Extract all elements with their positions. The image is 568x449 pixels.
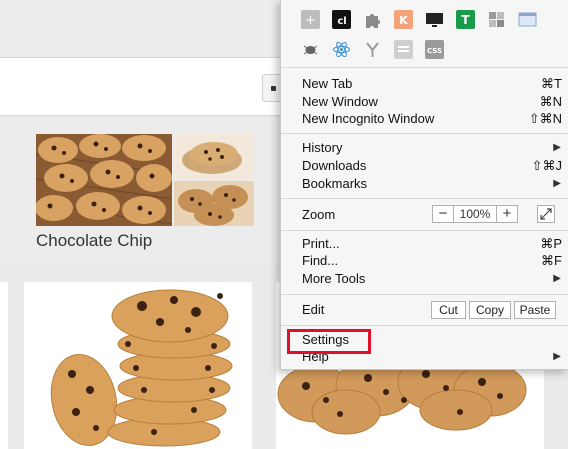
left-card-edge — [0, 282, 8, 449]
menu-item-downloads[interactable]: Downloads ⇧⌘J — [302, 157, 562, 175]
svg-text:CSS: CSS — [427, 47, 442, 55]
menu-item-edit: Edit — [302, 301, 422, 319]
fullscreen-icon — [540, 208, 552, 220]
extensions-row-2: CSS — [301, 40, 444, 66]
fullscreen-button[interactable] — [537, 205, 555, 223]
menu-item-shortcut: ⌘F — [541, 253, 562, 268]
submenu-arrow-icon: ▶ — [553, 178, 561, 189]
edit-buttons: Cut Copy Paste — [431, 301, 556, 319]
zoom-in-button[interactable]: + — [497, 206, 517, 222]
cookie-stack-image[interactable] — [174, 181, 254, 226]
menu-separator — [281, 198, 568, 199]
bug-icon[interactable] — [301, 40, 320, 59]
menu-item-more-tools[interactable]: More Tools ▶ — [302, 270, 562, 288]
y-extension-icon[interactable] — [363, 40, 382, 59]
menu-item-bookmarks[interactable]: Bookmarks ▶ — [302, 175, 562, 193]
menu-item-shortcut: ⌘T — [541, 76, 562, 91]
zoom-level: 100% — [453, 206, 497, 222]
bookmark-extension-icon[interactable]: + — [301, 10, 320, 29]
zoom-control: − 100% + — [432, 205, 518, 223]
monitor-icon[interactable] — [425, 10, 444, 29]
extensions-row-1: + cl K T — [301, 10, 537, 36]
menu-item-label: History — [302, 140, 343, 155]
cookie-plate-image[interactable] — [174, 134, 254, 179]
menu-separator — [281, 230, 568, 231]
menu-item-new-tab[interactable]: New Tab ⌘T — [302, 75, 562, 93]
t-extension-icon[interactable]: T — [456, 10, 475, 29]
menu-item-label: Downloads — [302, 158, 367, 173]
menu-item-shortcut: ⇧⌘J — [531, 158, 562, 173]
copy-button[interactable]: Copy — [469, 301, 511, 319]
menu-item-zoom: Zoom — [302, 206, 422, 224]
menu-item-label: Zoom — [302, 207, 336, 222]
menu-item-shortcut: ⌘N — [539, 94, 562, 109]
menu-item-label: New Tab — [302, 76, 353, 91]
cl-extension-icon[interactable]: cl — [332, 10, 351, 29]
k-extension-icon[interactable]: K — [394, 10, 413, 29]
svg-text:cl: cl — [337, 16, 346, 27]
svg-text:+: + — [305, 13, 316, 28]
menu-item-find[interactable]: Find... ⌘F — [302, 252, 562, 270]
menu-item-new-window[interactable]: New Window ⌘N — [302, 93, 562, 111]
menu-item-new-incognito-window[interactable]: New Incognito Window ⇧⌘N — [302, 110, 562, 128]
puzzle-icon[interactable] — [363, 10, 382, 29]
chocolate-chip-card-images[interactable] — [36, 134, 254, 226]
menu-separator — [281, 325, 568, 326]
menu-item-history[interactable]: History ▶ — [302, 139, 562, 157]
menu-item-label: Print... — [302, 236, 340, 251]
menu-item-shortcut: ⇧⌘N — [528, 111, 562, 126]
submenu-arrow-icon: ▶ — [553, 273, 561, 284]
card-title[interactable]: Chocolate Chip — [36, 231, 152, 251]
menu-separator — [281, 294, 568, 295]
calendar-icon[interactable] — [394, 40, 413, 59]
submenu-arrow-icon: ▶ — [553, 142, 561, 153]
window-icon[interactable] — [518, 10, 537, 29]
cut-button[interactable]: Cut — [431, 301, 466, 319]
menu-item-label: More Tools — [302, 271, 366, 286]
svg-text:T: T — [461, 13, 470, 27]
menu-item-label: Edit — [302, 302, 325, 317]
menu-separator — [281, 67, 568, 68]
paste-button[interactable]: Paste — [514, 301, 556, 319]
svg-text:K: K — [399, 14, 408, 27]
cookie-stack-photo[interactable] — [24, 282, 252, 449]
menu-item-shortcut: ⌘P — [540, 236, 562, 251]
settings-highlight-box — [287, 329, 371, 354]
css-extension-icon[interactable]: CSS — [425, 40, 444, 59]
menu-separator — [281, 133, 568, 134]
menu-item-print[interactable]: Print... ⌘P — [302, 235, 562, 253]
atom-icon[interactable] — [332, 40, 351, 59]
zoom-out-button[interactable]: − — [433, 206, 453, 222]
cookie-tray-image[interactable] — [36, 134, 172, 226]
g-extension-icon[interactable] — [487, 10, 506, 29]
menu-item-label: Bookmarks — [302, 176, 368, 191]
menu-item-label: Find... — [302, 253, 339, 268]
chrome-menu: + cl K T CSS New Tab ⌘T New Window ⌘N New … — [280, 0, 568, 370]
submenu-arrow-icon: ▶ — [553, 351, 561, 362]
menu-item-label: New Window — [302, 94, 378, 109]
menu-item-label: New Incognito Window — [302, 111, 435, 126]
